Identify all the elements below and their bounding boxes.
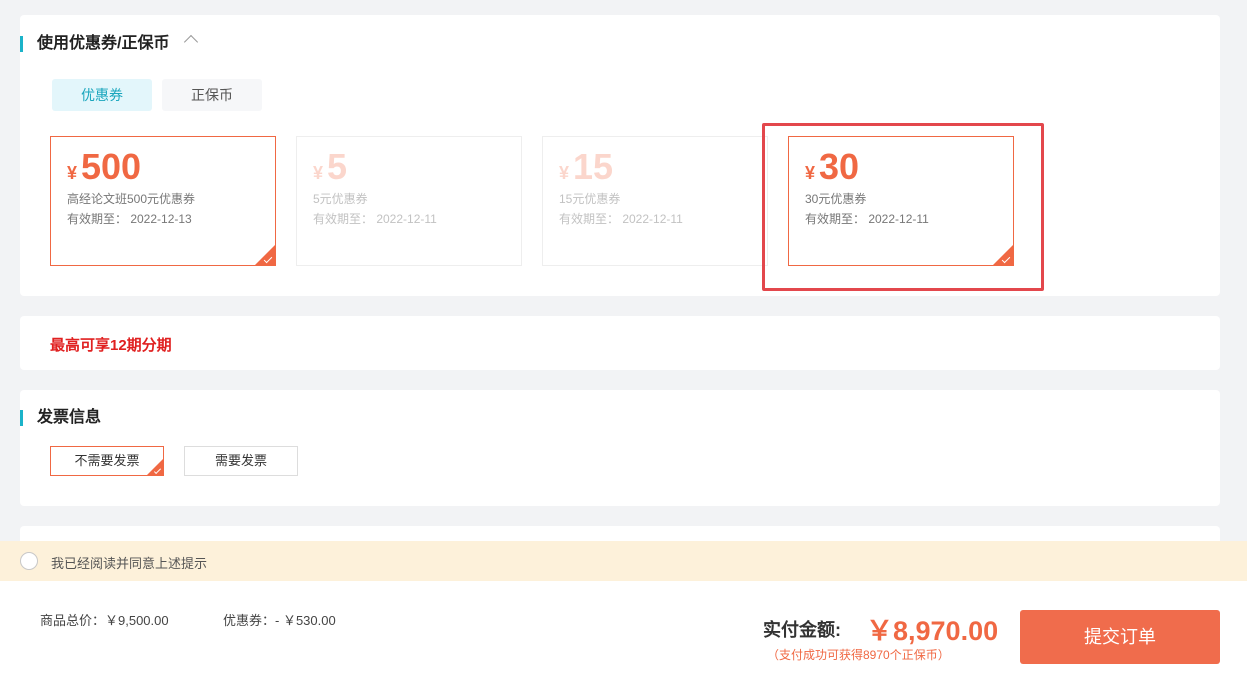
coupon-expiry: 有效期至： 2022-12-13	[67, 210, 275, 227]
agreement-bar: 我已经阅读并同意上述提示	[0, 541, 1247, 581]
agreement-text: 我已经阅读并同意上述提示	[51, 553, 207, 572]
coupon-expiry: 有效期至： 2022-12-11	[313, 210, 521, 227]
coupon-amount: 5	[327, 147, 347, 187]
installment-section: 最高可享12期分期	[20, 316, 1220, 370]
installment-text: 最高可享12期分期	[50, 334, 172, 355]
coupon-expiry: 有效期至： 2022-12-11	[559, 210, 767, 227]
coupon-section-title: 使用优惠券/正保币	[20, 36, 169, 52]
currency-symbol: ¥	[559, 163, 569, 184]
no-invoice-label: 不需要发票	[74, 453, 139, 468]
pay-amount: ￥8,970.00	[866, 609, 998, 648]
coupon-discount: 优惠券：- ￥530.00	[223, 610, 336, 629]
tab-coupons[interactable]: 优惠券	[52, 79, 152, 111]
pay-note: （支付成功可获得8970个正保币）	[767, 646, 950, 663]
chevron-up-icon[interactable]	[184, 35, 198, 49]
currency-symbol: ¥	[67, 163, 77, 184]
coupon-name: 高经论文班500元优惠券	[67, 190, 275, 207]
need-invoice-label: 需要发票	[215, 453, 267, 468]
agreement-radio[interactable]	[20, 552, 38, 570]
need-invoice-option[interactable]: 需要发票	[184, 446, 298, 476]
invoice-section-title: 发票信息	[20, 410, 101, 426]
pay-label: 实付金额:	[763, 616, 841, 642]
coupon-card-15: ¥15 15元优惠券 有效期至： 2022-12-11	[542, 136, 768, 266]
coupon-amount: 500	[81, 147, 141, 187]
no-invoice-option[interactable]: 不需要发票	[50, 446, 164, 476]
total-price: 商品总价：￥9,500.00	[40, 610, 169, 629]
tab-zhengbao-coins[interactable]: 正保币	[162, 79, 262, 111]
coupon-card-5: ¥5 5元优惠券 有效期至： 2022-12-11	[296, 136, 522, 266]
invoice-section: 发票信息 不需要发票 需要发票	[20, 390, 1220, 506]
coupon-name: 5元优惠券	[313, 190, 521, 207]
order-footer: 商品总价：￥9,500.00 优惠券：- ￥530.00 实付金额: ￥8,97…	[0, 581, 1247, 686]
coupon-card-500[interactable]: ¥500 高经论文班500元优惠券 有效期至： 2022-12-13	[50, 136, 276, 266]
coupon-amount: 15	[573, 147, 613, 187]
coupon-name: 15元优惠券	[559, 190, 767, 207]
highlight-annotation-box	[762, 123, 1044, 291]
currency-symbol: ¥	[313, 163, 323, 184]
submit-order-button[interactable]: 提交订单	[1020, 610, 1220, 664]
